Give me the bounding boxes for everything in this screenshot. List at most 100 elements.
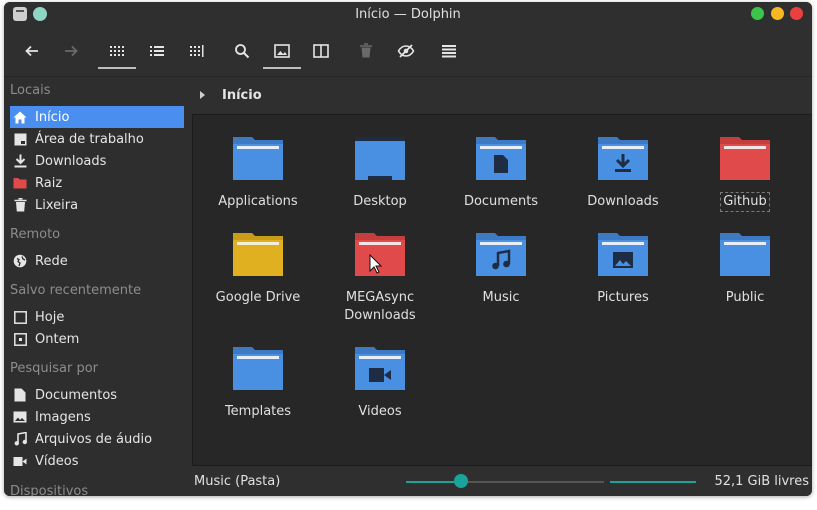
sidebar-item-lixeira[interactable]: Lixeira: [10, 194, 184, 216]
folder-documents[interactable]: Documents: [441, 133, 561, 211]
arrow-left-icon: [25, 45, 38, 57]
sidebar-item-label: Início: [35, 109, 70, 125]
sidebar-item-arquivos-de-audio[interactable]: Arquivos de áudio: [10, 428, 184, 450]
sidebar-item-videos[interactable]: Vídeos: [10, 450, 184, 472]
arrow-right-icon: [65, 45, 78, 57]
section-pesquisar-por: Pesquisar por: [10, 361, 99, 376]
sidebar-item-documentos[interactable]: Documentos: [10, 384, 184, 406]
sidebar-item-label: Downloads: [35, 153, 107, 169]
zoom-slider-handle[interactable]: [454, 474, 469, 488]
zoom-slider[interactable]: [406, 474, 604, 488]
sidebar-item-hoje[interactable]: Hoje: [10, 306, 184, 328]
music-folder-icon: [476, 233, 526, 276]
preview-button[interactable]: [262, 36, 302, 69]
sidebar-item-label: Arquivos de áudio: [35, 431, 153, 447]
breadcrumb-arrow-icon[interactable]: [200, 91, 205, 99]
red-folder-icon: [355, 233, 405, 276]
folder-music[interactable]: Music: [441, 229, 561, 307]
status-bar: Music (Pasta) 52,1 GiB livres: [190, 466, 812, 496]
sidebar-item-label: Lixeira: [35, 197, 79, 213]
split-view-icon: [313, 44, 329, 58]
file-label: Google Drive: [215, 290, 301, 305]
dolphin-window: Início — Dolphin Locais Início Área de t…: [4, 2, 812, 496]
section-remoto: Remoto: [10, 227, 61, 242]
desktop-folder-icon: [355, 137, 405, 180]
minimize-button[interactable]: [751, 7, 764, 20]
file-label: Github: [720, 192, 770, 212]
file-view[interactable]: Applications Desktop Documents Downloads…: [192, 114, 812, 466]
folder-google-drive[interactable]: Google Drive: [198, 229, 318, 307]
details-view-button[interactable]: [178, 36, 216, 66]
folder-desktop[interactable]: Desktop: [320, 133, 440, 211]
folder-downloads[interactable]: Downloads: [563, 133, 683, 211]
eye-off-icon: [397, 44, 415, 58]
free-space-bar: [610, 481, 696, 483]
folder-icon: [233, 347, 283, 390]
details-view-icon: [190, 45, 204, 57]
section-dispositivos: Dispositivos: [10, 484, 89, 496]
sidebar-item-ontem[interactable]: Ontem: [10, 328, 184, 350]
free-space-label: 52,1 GiB livres: [714, 474, 809, 489]
icons-view-icon: [110, 46, 124, 56]
sidebar-item-rede[interactable]: Rede: [10, 250, 184, 272]
section-locais: Locais: [10, 83, 51, 98]
location-bar: Início: [190, 77, 812, 113]
forward-button[interactable]: [52, 36, 90, 66]
file-label: Templates: [224, 404, 292, 419]
zoom-slider-fill: [406, 481, 462, 483]
file-label: MEGAsync Downloads: [344, 290, 416, 323]
back-button[interactable]: [13, 36, 51, 66]
file-label: Downloads: [587, 194, 659, 209]
sidebar-item-label: Ontem: [35, 331, 80, 347]
icons-view-button[interactable]: [97, 36, 137, 69]
title-bar: Início — Dolphin: [4, 2, 812, 28]
places-panel: Locais Início Área de trabalho Downloads…: [4, 77, 190, 496]
folder-templates[interactable]: Templates: [198, 343, 318, 421]
sidebar-item-label: Imagens: [35, 409, 91, 425]
breadcrumb-current[interactable]: Início: [222, 88, 262, 103]
home-icon: [13, 110, 27, 124]
file-label: Music: [482, 290, 520, 305]
split-view-button[interactable]: [302, 36, 340, 66]
compact-view-button[interactable]: [138, 36, 176, 66]
sidebar-item-label: Raiz: [35, 175, 63, 191]
videos-folder-icon: [355, 347, 405, 390]
folder-public[interactable]: Public: [685, 229, 805, 307]
calendar-yesterday-icon: [13, 332, 27, 346]
toolbar: [4, 28, 812, 77]
trash-button[interactable]: [347, 36, 385, 66]
search-button[interactable]: [223, 36, 261, 66]
sidebar-item-downloads[interactable]: Downloads: [10, 150, 184, 172]
document-icon: [13, 388, 27, 402]
free-space-fill: [610, 481, 696, 483]
image-icon: [274, 44, 290, 58]
red-folder-icon: [720, 137, 770, 180]
folder-pictures[interactable]: Pictures: [563, 229, 683, 307]
hidden-files-button[interactable]: [387, 36, 425, 66]
file-label: Pictures: [597, 290, 649, 305]
sidebar-item-label: Vídeos: [35, 453, 79, 469]
close-button[interactable]: [790, 7, 803, 20]
compact-view-icon: [150, 46, 164, 56]
sidebar-item-area-de-trabalho[interactable]: Área de trabalho: [10, 128, 184, 150]
sidebar-item-raiz[interactable]: Raiz: [10, 172, 184, 194]
video-icon: [13, 454, 27, 468]
folder-icon: [720, 233, 770, 276]
folder-applications[interactable]: Applications: [198, 133, 318, 211]
folder-videos[interactable]: Videos: [320, 343, 440, 421]
file-label: Public: [725, 290, 765, 305]
sidebar-item-label: Documentos: [35, 387, 118, 403]
maximize-button[interactable]: [771, 7, 784, 20]
sidebar-item-label: Hoje: [35, 309, 65, 325]
sidebar-item-inicio[interactable]: Início: [10, 106, 184, 128]
menu-icon: [442, 45, 456, 58]
folder-megasync-downloads[interactable]: MEGAsync Downloads: [320, 229, 440, 325]
sidebar-item-imagens[interactable]: Imagens: [10, 406, 184, 428]
file-label: Videos: [358, 404, 402, 419]
sidebar-item-label: Área de trabalho: [35, 131, 144, 147]
downloads-folder-icon: [598, 137, 648, 180]
menu-button[interactable]: [430, 36, 468, 66]
trash-icon: [360, 43, 372, 58]
folder-github[interactable]: Github: [685, 133, 805, 212]
section-salvo-recentemente: Salvo recentemente: [10, 283, 142, 298]
